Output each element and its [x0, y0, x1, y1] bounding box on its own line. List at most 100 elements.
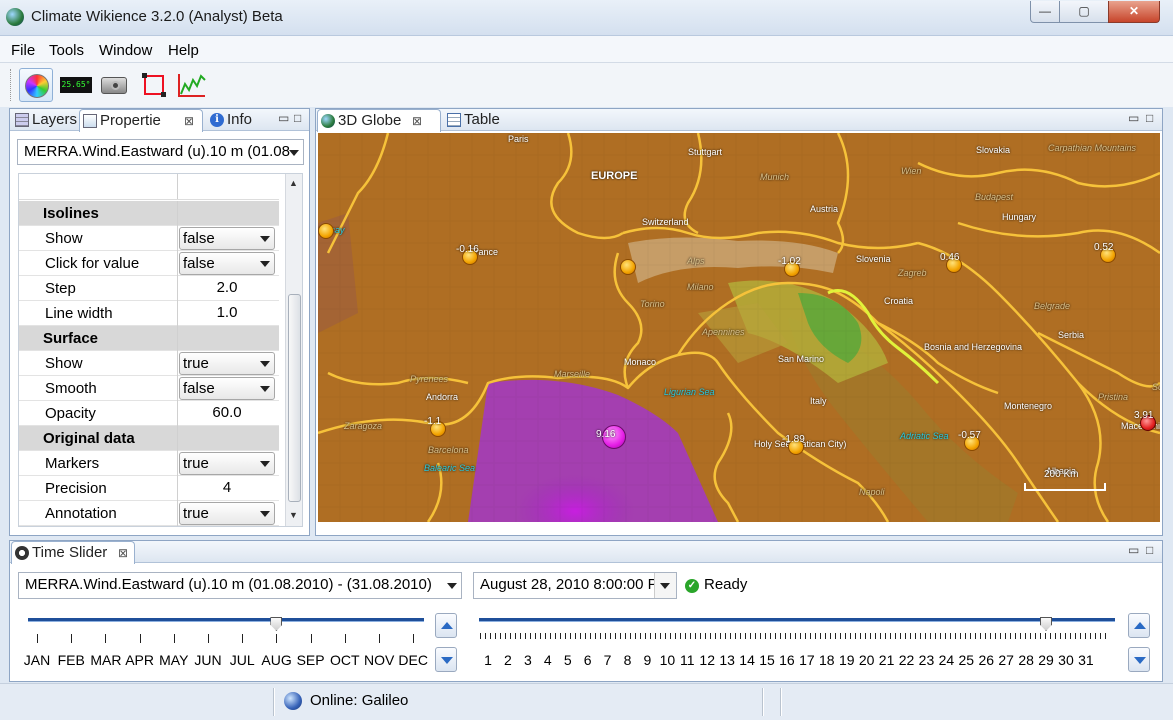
tab-info[interactable]: i Info — [207, 109, 261, 131]
property-value-select[interactable]: true — [179, 352, 275, 375]
day-label[interactable]: 4 — [538, 652, 558, 668]
property-row[interactable]: Smooth false — [19, 376, 279, 401]
day-label[interactable]: 24 — [936, 652, 956, 668]
month-label[interactable]: MAY — [159, 652, 189, 668]
day-label[interactable]: 9 — [637, 652, 657, 668]
month-slider-track[interactable] — [28, 618, 424, 621]
screenshot-button[interactable] — [97, 68, 131, 102]
property-row[interactable]: Precision 4 — [19, 476, 279, 501]
month-down-button[interactable] — [435, 647, 457, 672]
property-row[interactable]: Show true — [19, 351, 279, 376]
property-value-input[interactable]: 1.0 — [179, 304, 275, 321]
day-label[interactable]: 27 — [996, 652, 1016, 668]
month-label[interactable]: MAR — [90, 652, 121, 668]
property-row[interactable]: Click for value false — [19, 251, 279, 276]
property-value-input[interactable]: 60.0 — [179, 404, 275, 421]
day-label[interactable]: 29 — [1036, 652, 1056, 668]
data-marker[interactable] — [620, 259, 636, 275]
property-row[interactable]: Step 2.0 — [19, 276, 279, 301]
chart-button[interactable] — [175, 68, 209, 102]
month-slider-thumb[interactable] — [270, 617, 283, 631]
properties-maximize-button[interactable]: □ — [294, 111, 301, 125]
day-label[interactable]: 17 — [797, 652, 817, 668]
day-label[interactable]: 5 — [558, 652, 578, 668]
time-slider-maximize-button[interactable]: □ — [1146, 543, 1153, 557]
tab-properties[interactable]: Propertie ⊠ — [79, 109, 203, 132]
month-label[interactable]: NOV — [364, 652, 394, 668]
day-label[interactable]: 8 — [618, 652, 638, 668]
day-up-button[interactable] — [1128, 613, 1150, 638]
day-label[interactable]: 30 — [1056, 652, 1076, 668]
property-row[interactable]: Markers true — [19, 451, 279, 476]
day-label[interactable]: 18 — [817, 652, 837, 668]
tab-layers[interactable]: Layers — [12, 109, 78, 131]
day-label[interactable]: 26 — [976, 652, 996, 668]
tab-properties-close-icon[interactable]: ⊠ — [184, 110, 194, 132]
month-label[interactable]: SEP — [296, 652, 326, 668]
day-label[interactable]: 2 — [498, 652, 518, 668]
menu-help[interactable]: Help — [168, 42, 199, 59]
day-slider-track[interactable] — [479, 618, 1115, 621]
property-value-select[interactable]: false — [179, 377, 275, 400]
layer-select[interactable]: MERRA.Wind.Eastward (u).10 m (01.08 — [17, 139, 304, 165]
month-label[interactable]: AUG — [261, 652, 291, 668]
scroll-down-icon[interactable]: ▼ — [289, 510, 298, 520]
temperature-display-button[interactable]: 25.65° — [58, 68, 92, 102]
region-select-button[interactable] — [137, 68, 171, 102]
month-label[interactable]: DEC — [398, 652, 428, 668]
property-value-input[interactable]: 2.0 — [179, 279, 275, 296]
globe-map-view[interactable]: Paris Stuttgart Slovakia Carpathian Mountai… — [318, 133, 1160, 522]
data-marker[interactable] — [318, 223, 334, 239]
day-label[interactable]: 6 — [578, 652, 598, 668]
property-value-select[interactable]: true — [179, 452, 275, 475]
day-label[interactable]: 3 — [518, 652, 538, 668]
globe-minimize-button[interactable]: ▭ — [1128, 111, 1139, 125]
tab-table[interactable]: Table — [444, 109, 508, 131]
day-down-button[interactable] — [1128, 647, 1150, 672]
property-scrollbar-thumb[interactable] — [288, 294, 301, 502]
day-label[interactable]: 10 — [657, 652, 677, 668]
day-label[interactable]: 16 — [777, 652, 797, 668]
property-row[interactable]: Opacity 60.0 — [19, 401, 279, 426]
minimize-button[interactable]: — — [1030, 1, 1060, 23]
day-label[interactable]: 20 — [857, 652, 877, 668]
tab-3d-globe[interactable]: 3D Globe ⊠ — [317, 109, 441, 132]
property-row[interactable]: Annotation true — [19, 501, 279, 526]
menu-tools[interactable]: Tools — [49, 42, 84, 59]
day-label[interactable]: 28 — [1016, 652, 1036, 668]
color-palette-button[interactable] — [19, 68, 53, 102]
maximize-button[interactable]: ▢ — [1059, 1, 1109, 23]
property-value-select[interactable]: false — [179, 252, 275, 275]
property-value-select[interactable]: false — [179, 227, 275, 250]
tab-time-slider[interactable]: Time Slider ⊠ — [11, 541, 135, 564]
datetime-dropdown-button[interactable] — [654, 573, 676, 598]
month-label[interactable]: APR — [125, 652, 155, 668]
scroll-up-icon[interactable]: ▲ — [289, 178, 298, 188]
month-label[interactable]: OCT — [330, 652, 360, 668]
tab-3d-globe-close-icon[interactable]: ⊠ — [412, 110, 422, 132]
month-label[interactable]: JUN — [193, 652, 223, 668]
property-value-select[interactable]: true — [179, 502, 275, 525]
menu-file[interactable]: File — [11, 42, 35, 59]
dataset-select[interactable]: MERRA.Wind.Eastward (u).10 m (01.08.2010… — [18, 572, 462, 599]
month-label[interactable]: JUL — [227, 652, 257, 668]
day-label[interactable]: 21 — [877, 652, 897, 668]
property-row[interactable]: Line width 1.0 — [19, 301, 279, 326]
menu-window[interactable]: Window — [99, 42, 152, 59]
day-label[interactable]: 14 — [737, 652, 757, 668]
globe-maximize-button[interactable]: □ — [1146, 111, 1153, 125]
day-slider-thumb[interactable] — [1040, 617, 1053, 631]
day-label[interactable]: 12 — [697, 652, 717, 668]
day-label[interactable]: 7 — [598, 652, 618, 668]
day-label[interactable]: 22 — [897, 652, 917, 668]
day-label[interactable]: 19 — [837, 652, 857, 668]
day-label[interactable]: 23 — [916, 652, 936, 668]
month-label[interactable]: JAN — [22, 652, 52, 668]
tab-time-slider-close-icon[interactable]: ⊠ — [118, 542, 128, 564]
day-label[interactable]: 15 — [757, 652, 777, 668]
day-label[interactable]: 13 — [717, 652, 737, 668]
month-up-button[interactable] — [435, 613, 457, 638]
properties-minimize-button[interactable]: ▭ — [278, 111, 289, 125]
day-label[interactable]: 11 — [677, 652, 697, 668]
property-scrollbar[interactable]: ▲ ▼ — [285, 174, 302, 526]
